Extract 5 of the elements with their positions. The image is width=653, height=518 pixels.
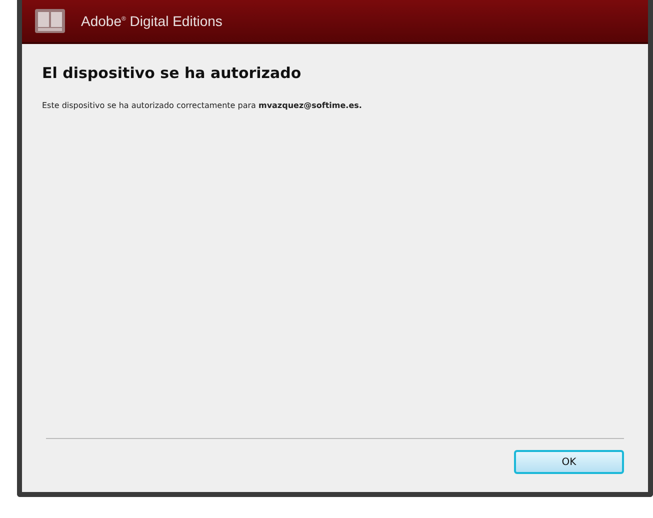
ok-button[interactable]: OK [514, 450, 624, 474]
window-title: Adobe$^{®}$ Digital Editions [81, 13, 222, 29]
book-icon [35, 9, 65, 33]
message-text: Este dispositivo se ha autorizado correctamente para mvazquez@softime.es. [42, 101, 363, 110]
dialog-heading: El dispositivo se ha autorizado [42, 64, 302, 82]
